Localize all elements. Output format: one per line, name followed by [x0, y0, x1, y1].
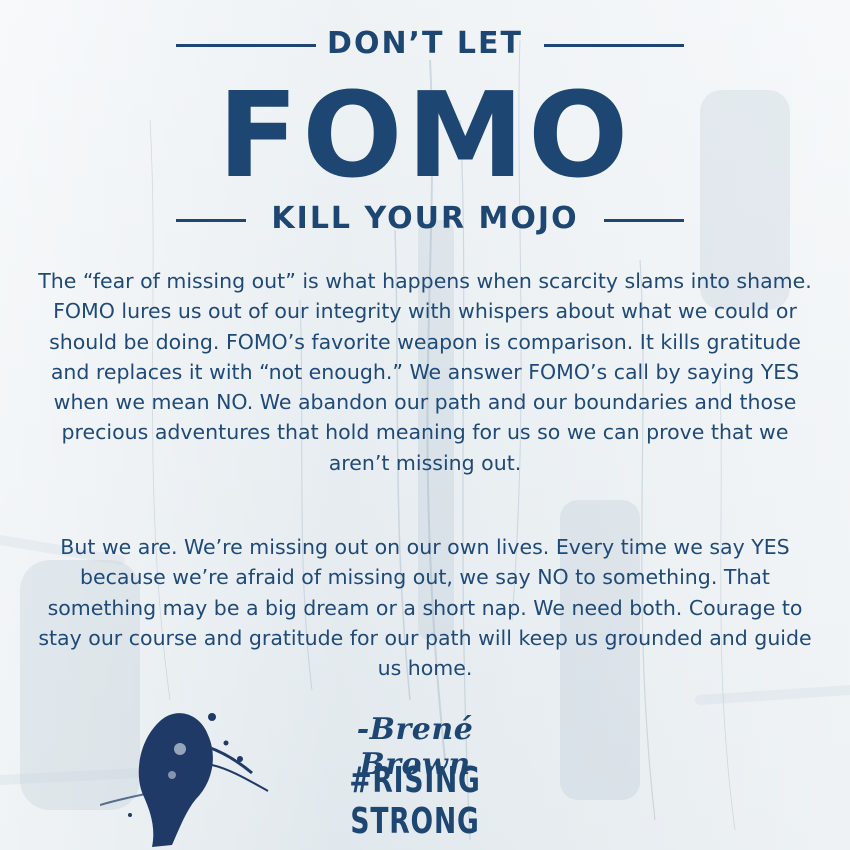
- body-paragraph-2: But we are. We’re missing out on our own…: [38, 535, 812, 681]
- quote-card: DON’T LET FOMO KILL YOUR MOJO The “fear …: [0, 0, 850, 850]
- headline: FOMO: [217, 66, 633, 204]
- kicker-bottom: KILL YOUR MOJO: [271, 201, 579, 236]
- book-hashtag: #RISING STRONG: [349, 760, 481, 842]
- kicker-top: DON’T LET: [327, 26, 523, 61]
- body-paragraph-1: The “fear of missing out” is what happen…: [38, 269, 812, 475]
- paint-splatter-figure: [100, 713, 269, 847]
